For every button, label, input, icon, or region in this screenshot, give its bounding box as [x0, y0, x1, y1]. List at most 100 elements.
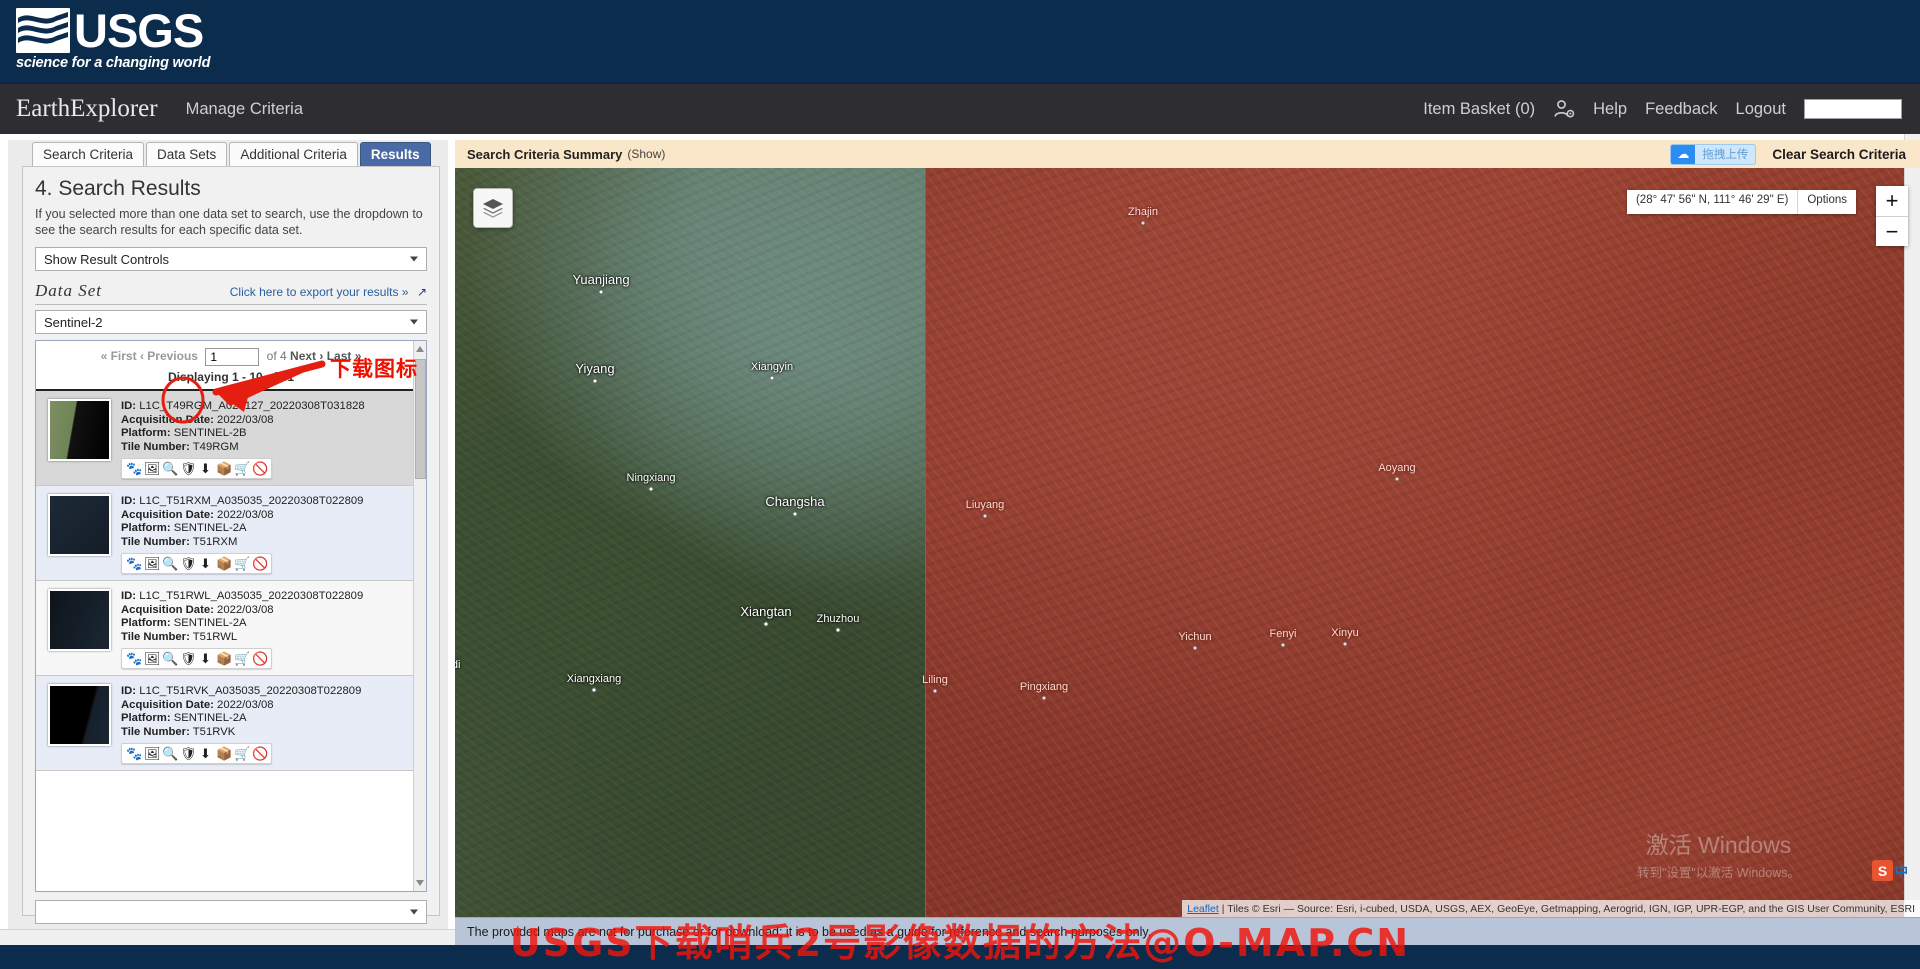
zoom-in-button[interactable]: + — [1876, 186, 1908, 216]
tab-additional-criteria[interactable]: Additional Criteria — [229, 142, 358, 166]
exclude-icon[interactable]: 🚫 — [252, 461, 267, 476]
map-container[interactable]: Search Criteria Summary (Show) ☁ 拖拽上传 Cl… — [455, 140, 1920, 945]
map-coordinate-control: (28° 47' 56" N, 111° 46' 29" E) Options — [1627, 190, 1856, 214]
overlay-icon[interactable]: 🖼 — [144, 746, 159, 761]
map-city-dot — [1281, 643, 1286, 648]
panel-body: 4. Search Results If you selected more t… — [22, 166, 440, 916]
page-number-input[interactable] — [205, 348, 259, 366]
download-icon[interactable]: ⬇ — [198, 556, 213, 571]
platform-label: Platform: — [121, 522, 171, 534]
export-results-label: Click here to export your results » — [230, 285, 409, 299]
overlay-icon[interactable]: 🖼 — [144, 651, 159, 666]
bulk-download-icon[interactable]: 📦 — [216, 746, 231, 761]
page-scrollbar-vertical[interactable] — [1904, 134, 1920, 945]
zoom-out-button[interactable]: − — [1876, 216, 1908, 246]
scene-thumbnail[interactable] — [48, 684, 111, 746]
map-canvas[interactable]: ChangdeYuanjiangYiyangXiangyinNingxiangC… — [455, 168, 1920, 917]
panel-description: If you selected more than one data set t… — [35, 207, 427, 238]
map-city-dot — [649, 487, 654, 492]
bulk-download-icon[interactable]: 📦 — [216, 651, 231, 666]
cloud-upload-icon: ☁ — [1671, 144, 1695, 165]
metadata-icon[interactable]: 🔍 — [162, 746, 177, 761]
metadata-icon[interactable]: 🔍 — [162, 461, 177, 476]
exclude-icon[interactable]: 🚫 — [252, 746, 267, 761]
clear-search-criteria-button[interactable]: Clear Search Criteria — [1772, 147, 1906, 162]
scene-thumbnail[interactable] — [48, 589, 111, 651]
results-scrollbar[interactable] — [413, 341, 426, 891]
tab-data-sets[interactable]: Data Sets — [146, 142, 227, 166]
tile-number: T49RGM — [193, 441, 239, 453]
compare-icon[interactable]: 🛡 — [180, 651, 195, 666]
add-to-cart-icon[interactable]: 🛒 — [234, 461, 249, 476]
criteria-summary-title: Search Criteria Summary — [467, 147, 622, 162]
map-disclaimer-note: The provided maps are not for purchase o… — [455, 917, 1920, 945]
usgs-tagline: science for a changing world — [16, 55, 210, 71]
dataset-select[interactable]: Sentinel-2 — [35, 310, 427, 334]
compare-icon[interactable]: 🛡 — [180, 746, 195, 761]
compare-icon[interactable]: 🛡 — [180, 556, 195, 571]
footprint-icon[interactable]: 🐾 — [126, 746, 141, 761]
drag-upload-chip[interactable]: ☁ 拖拽上传 — [1670, 144, 1756, 165]
metadata-icon[interactable]: 🔍 — [162, 651, 177, 666]
scene-thumbnail[interactable] — [48, 399, 111, 461]
tab-results[interactable]: Results — [360, 142, 431, 166]
pager-first[interactable]: « First — [101, 349, 137, 363]
footprint-icon[interactable]: 🐾 — [126, 651, 141, 666]
nav-manage-criteria[interactable]: Manage Criteria — [186, 100, 303, 119]
user-gear-icon[interactable] — [1553, 98, 1575, 120]
scene-metadata: ID: L1C_T49RGM_A026127_20220308T031828 A… — [121, 399, 365, 479]
tab-search-criteria[interactable]: Search Criteria — [32, 142, 144, 166]
add-to-cart-icon[interactable]: 🛒 — [234, 651, 249, 666]
exclude-icon[interactable]: 🚫 — [252, 556, 267, 571]
leaflet-link[interactable]: Leaflet — [1187, 903, 1219, 915]
download-icon[interactable]: ⬇ — [198, 461, 213, 476]
download-icon[interactable]: ⬇ — [198, 746, 213, 761]
overlay-icon[interactable]: 🖼 — [144, 461, 159, 476]
list-item[interactable]: ID: L1C_T51RWL_A035035_20220308T022809 A… — [36, 581, 426, 676]
show-result-controls-dropdown[interactable]: Show Result Controls — [35, 247, 427, 271]
nav-feedback[interactable]: Feedback — [1645, 100, 1717, 119]
bottom-bar — [0, 945, 1920, 969]
scrollbar-thumb[interactable] — [415, 359, 426, 479]
list-item[interactable]: ID: L1C_T51RXM_A035035_20220308T022809 A… — [36, 486, 426, 581]
pager-next[interactable]: Next › — [290, 349, 323, 363]
bottom-dataset-select[interactable] — [35, 900, 427, 924]
scene-action-bar: 🐾 🖼 🔍 🛡 ⬇ 📦 🛒 🚫 — [121, 648, 272, 669]
bulk-download-icon[interactable]: 📦 — [216, 461, 231, 476]
scene-footprint-overlay — [925, 168, 1920, 917]
map-city-dot — [1395, 477, 1400, 482]
scroll-down-icon[interactable] — [416, 880, 424, 886]
usgs-logo[interactable]: USGS science for a changing world — [16, 8, 210, 71]
export-results-link[interactable]: Click here to export your results » ↗ — [230, 283, 427, 301]
list-item[interactable]: ID: L1C_T51RVK_A035035_20220308T022809 A… — [36, 676, 426, 771]
footprint-icon[interactable]: 🐾 — [126, 461, 141, 476]
pager-last[interactable]: Last » — [327, 349, 362, 363]
overlay-icon[interactable]: 🖼 — [144, 556, 159, 571]
metadata-icon[interactable]: 🔍 — [162, 556, 177, 571]
app-title[interactable]: EarthExplorer — [16, 95, 158, 123]
scene-thumbnail[interactable] — [48, 494, 111, 556]
username-field[interactable] — [1804, 99, 1902, 119]
ime-indicator[interactable]: S 中 — [1872, 860, 1908, 881]
map-options-button[interactable]: Options — [1797, 190, 1856, 214]
panel-tabs: Search Criteria Data Sets Additional Cri… — [8, 140, 448, 166]
layers-control-button[interactable] — [473, 188, 513, 228]
nav-item-basket[interactable]: Item Basket (0) — [1423, 100, 1535, 119]
acquisition-date: 2022/03/08 — [217, 604, 274, 616]
scroll-up-icon[interactable] — [416, 346, 424, 352]
list-item[interactable]: ID: L1C_T49RGM_A026127_20220308T031828 A… — [36, 391, 426, 486]
criteria-summary-show-link[interactable]: (Show) — [627, 147, 665, 161]
footprint-icon[interactable]: 🐾 — [126, 556, 141, 571]
map-city-dot — [599, 290, 604, 295]
page-title: 4. Search Results — [35, 177, 427, 201]
add-to-cart-icon[interactable]: 🛒 — [234, 556, 249, 571]
add-to-cart-icon[interactable]: 🛒 — [234, 746, 249, 761]
download-icon[interactable]: ⬇ — [198, 651, 213, 666]
nav-logout[interactable]: Logout — [1736, 100, 1786, 119]
bulk-download-icon[interactable]: 📦 — [216, 556, 231, 571]
exclude-icon[interactable]: 🚫 — [252, 651, 267, 666]
pager-previous[interactable]: ‹ Previous — [140, 349, 198, 363]
platform-value: SENTINEL-2B — [174, 427, 247, 439]
nav-help[interactable]: Help — [1593, 100, 1627, 119]
compare-icon[interactable]: 🛡 — [180, 461, 195, 476]
